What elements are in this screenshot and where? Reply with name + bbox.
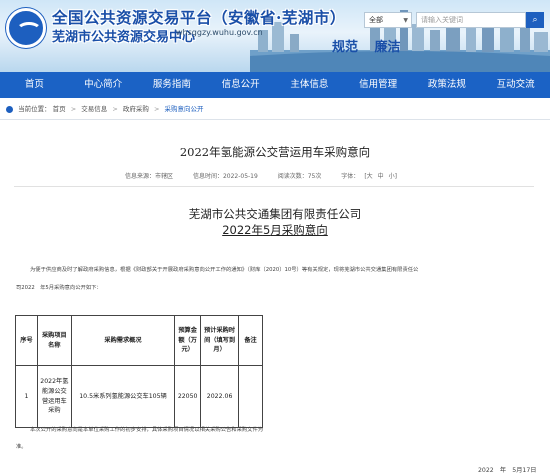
nav-item-info-disclosure[interactable]: 信息公开 (206, 72, 275, 98)
breadcrumb: 当前位置： 首页 > 交易信息 > 政府采购 > 采购意向公开 (0, 98, 550, 120)
site-title-primary: 全国公共资源交易平台（安徽省·芜湖市） (52, 8, 346, 27)
procurement-table: 序号 采购项目名称 采购需求概况 预算金额（万元） 预计采购时间（填写到月） 备… (15, 315, 263, 428)
nav-item-about[interactable]: 中心简介 (69, 72, 138, 98)
table-header: 预计采购时间（填写到月） (200, 315, 240, 366)
site-title-secondary: 芜湖市公共资源交易中心 (52, 30, 196, 45)
table-header: 采购需求概况 (70, 315, 176, 366)
intro-paragraph: 为便于供应商及时了解政府采购信息，根据《财政部关于开展政府采购意向公开工作的通知… (30, 267, 419, 273)
meta-date: 信息时间：2022-05-19 (192, 173, 258, 180)
breadcrumb-separator: > (112, 105, 118, 113)
slogan-word: 规范 (332, 40, 359, 55)
location-icon (6, 105, 13, 113)
table-row: 1 2022年氢能源公交营运用车采购 10.5米系列氢能源公交车105辆 220… (15, 365, 263, 428)
main-nav: 首页 中心简介 服务指南 信息公开 主体信息 信用管理 政策法规 互动交流 (0, 72, 550, 98)
article-meta: 信息来源：市辖区 信息时间：2022-05-19 阅读次数：75次 字体： [大中… (125, 171, 420, 180)
search-icon: ⌕ (532, 15, 538, 25)
intro-paragraph-cont: 司2022 年5月采购意向公开如下： (16, 285, 102, 291)
breadcrumb-item-gov-procurement[interactable]: 政府采购 (123, 105, 149, 113)
table-header: 序号 (15, 315, 38, 366)
breadcrumb-item-current[interactable]: 采购意向公开 (164, 105, 203, 113)
font-size-switch: 字体： [大中小] (341, 173, 402, 180)
document-subtitle: 2022年5月采购意向 (0, 222, 550, 238)
table-cell-requirement: 10.5米系列氢能源公交车105辆 (70, 365, 176, 428)
subtitle-end: 月采购意向 (270, 223, 328, 237)
breadcrumb-separator: > (153, 105, 160, 113)
table-cell-project: 2022年氢能源公交营运用车采购 (36, 365, 72, 428)
nav-item-credit[interactable]: 信用管理 (344, 72, 413, 98)
breadcrumb-prefix: 当前位置： (18, 105, 51, 113)
table-cell-budget: 22050 (174, 365, 202, 428)
divider (14, 186, 534, 187)
subtitle-year-suffix: 年 (251, 223, 263, 237)
nav-item-service-guide[interactable]: 服务指南 (138, 72, 207, 98)
nav-item-policy[interactable]: 政策法规 (413, 72, 482, 98)
document-date: 2022 年 5月17日 (478, 467, 537, 474)
site-url: whsggzy.wuhu.gov.cn (176, 28, 263, 37)
meta-source: 信息来源：市辖区 (125, 173, 174, 180)
nav-item-interaction[interactable]: 互动交流 (481, 72, 550, 98)
closing-paragraph: 本次公开的采购意向是本单位采购工作的初步安排，具体采购项目情况以相关采购公告和采… (30, 427, 264, 433)
table-header: 采购项目名称 (36, 315, 72, 366)
subtitle-year: 2022 (222, 223, 252, 237)
search-scope-select[interactable]: 全部 ▼ (364, 12, 412, 28)
font-size-label: 字体： (341, 173, 360, 180)
nav-item-entity-info[interactable]: 主体信息 (275, 72, 344, 98)
slogan: 规范 廉洁 (332, 36, 413, 55)
search-scope-value: 全部 (369, 16, 383, 24)
table-header-row: 序号 采购项目名称 采购需求概况 预算金额（万元） 预计采购时间（填写到月） 备… (15, 315, 263, 366)
table-cell-time: 2022.06 (200, 365, 240, 428)
breadcrumb-item-home[interactable]: 首页 (53, 105, 66, 113)
font-size-small[interactable]: 小] (389, 173, 397, 180)
table-header: 备注 (238, 315, 263, 366)
font-size-medium[interactable]: 中 (378, 173, 384, 180)
header-banner: 全国公共资源交易平台（安徽省·芜湖市） 芜湖市公共资源交易中心 whsggzy.… (0, 0, 550, 72)
chevron-down-icon: ▼ (403, 17, 408, 24)
search-button[interactable]: ⌕ (526, 12, 544, 28)
document-organization: 芜湖市公共交通集团有限责任公司 (188, 207, 362, 221)
nav-item-home[interactable]: 首页 (0, 72, 69, 98)
breadcrumb-item-trade-info[interactable]: 交易信息 (81, 105, 107, 113)
search-input[interactable] (416, 12, 526, 28)
table-cell-index: 1 (15, 365, 38, 428)
closing-paragraph-cont: 准。 (16, 444, 27, 450)
table-header: 预算金额（万元） (174, 315, 202, 366)
slogan-word: 廉洁 (374, 40, 401, 55)
font-size-large[interactable]: [大 (364, 173, 372, 180)
meta-views: 阅读次数：75次 (277, 173, 322, 180)
breadcrumb-separator: > (70, 105, 77, 113)
table-cell-remark (238, 365, 263, 428)
article-title: 2022年氢能源公交营运用车采购意向 (179, 145, 371, 159)
site-logo[interactable] (6, 8, 46, 48)
